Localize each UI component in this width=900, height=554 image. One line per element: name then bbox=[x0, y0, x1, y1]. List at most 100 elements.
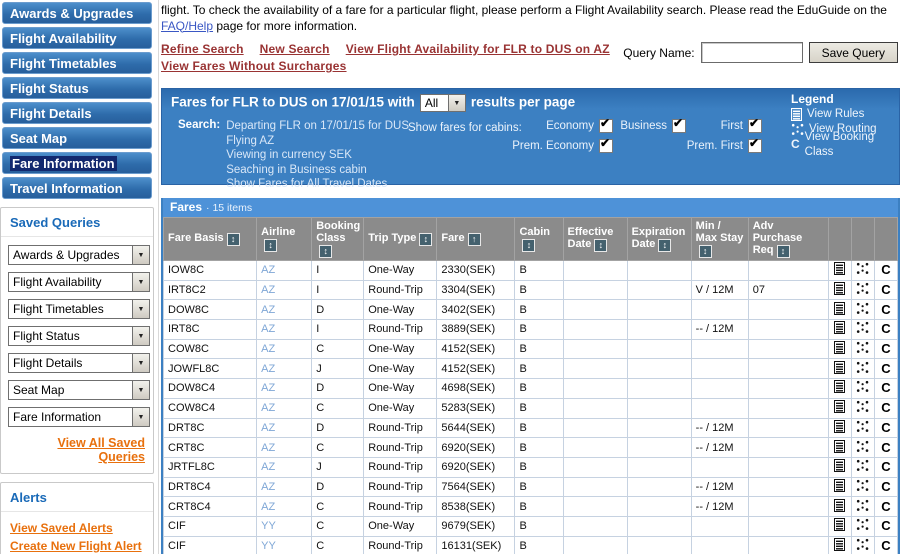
saved-query-select-seat-map[interactable]: Seat Map▼ bbox=[8, 380, 150, 400]
sidebar-item-flight-timetables[interactable]: Flight Timetables bbox=[2, 52, 152, 74]
view-booking-class-icon[interactable]: C bbox=[881, 460, 890, 473]
column-header-effective_date[interactable]: Effective Date↕ bbox=[563, 218, 627, 261]
view-all-saved-queries-link[interactable]: View All Saved Queries bbox=[9, 436, 145, 464]
airline-link[interactable]: YY bbox=[261, 540, 276, 552]
column-header-booking_class[interactable]: Booking Class↕ bbox=[312, 218, 364, 261]
sort-both-icon[interactable]: ↕ bbox=[264, 239, 277, 252]
view-rules-icon[interactable] bbox=[834, 420, 845, 433]
view-routing-icon[interactable] bbox=[856, 518, 869, 531]
view-routing-icon[interactable] bbox=[856, 380, 869, 393]
saved-query-select-awards-upgrades[interactable]: Awards & Upgrades▼ bbox=[8, 245, 150, 265]
view-booking-class-icon[interactable]: C bbox=[881, 322, 890, 335]
view-rules-icon[interactable] bbox=[834, 302, 845, 315]
airline-link[interactable]: AZ bbox=[261, 501, 275, 513]
sort-both-icon[interactable]: ↕ bbox=[699, 245, 712, 258]
view-routing-icon[interactable] bbox=[856, 321, 869, 334]
action-link-view-fares-without-surcharges[interactable]: View Fares Without Surcharges bbox=[161, 59, 347, 73]
action-link-view-flight-availability-for-flr-to-dus-on-az[interactable]: View Flight Availability for FLR to DUS … bbox=[346, 42, 610, 56]
view-booking-class-icon[interactable]: C bbox=[881, 421, 890, 434]
airline-link[interactable]: AZ bbox=[261, 304, 275, 316]
airline-link[interactable]: AZ bbox=[261, 461, 275, 473]
saved-query-select-fare-information[interactable]: Fare Information▼ bbox=[8, 407, 150, 427]
view-routing-icon[interactable] bbox=[856, 341, 869, 354]
sidebar-item-flight-status[interactable]: Flight Status bbox=[2, 77, 152, 99]
airline-link[interactable]: AZ bbox=[261, 402, 275, 414]
view-booking-class-icon[interactable]: C bbox=[881, 362, 890, 375]
view-booking-class-icon[interactable]: C bbox=[881, 539, 890, 552]
saved-query-select-flight-details[interactable]: Flight Details▼ bbox=[8, 353, 150, 373]
column-header-cabin[interactable]: Cabin↕ bbox=[515, 218, 563, 261]
sort-both-icon[interactable]: ↕ bbox=[658, 239, 671, 252]
alert-link-create-new-flight-alert[interactable]: Create New Flight Alert bbox=[10, 539, 144, 553]
view-routing-icon[interactable] bbox=[856, 479, 869, 492]
view-routing-icon[interactable] bbox=[856, 361, 869, 374]
view-booking-class-icon[interactable]: C bbox=[881, 519, 890, 532]
sort-both-icon[interactable]: ↕ bbox=[227, 233, 240, 246]
view-rules-icon[interactable] bbox=[834, 479, 845, 492]
column-header-adv_purchase_req[interactable]: Adv Purchase Req↕ bbox=[748, 218, 828, 261]
sidebar-item-flight-availability[interactable]: Flight Availability bbox=[2, 27, 152, 49]
view-routing-icon[interactable] bbox=[856, 420, 869, 433]
view-rules-icon[interactable] bbox=[834, 282, 845, 295]
saved-query-select-flight-timetables[interactable]: Flight Timetables▼ bbox=[8, 299, 150, 319]
view-booking-class-icon[interactable]: C bbox=[881, 500, 890, 513]
view-booking-class-icon[interactable]: C bbox=[881, 263, 890, 276]
view-booking-class-icon[interactable]: C bbox=[881, 303, 890, 316]
view-rules-icon[interactable] bbox=[834, 262, 845, 275]
alert-link-view-saved-alerts[interactable]: View Saved Alerts bbox=[10, 521, 144, 535]
action-link-refine-search[interactable]: Refine Search bbox=[161, 42, 244, 56]
airline-link[interactable]: AZ bbox=[261, 442, 275, 454]
airline-link[interactable]: AZ bbox=[261, 481, 275, 493]
query-name-input[interactable] bbox=[701, 42, 803, 63]
sort-both-icon[interactable]: ↕ bbox=[419, 233, 432, 246]
view-rules-icon[interactable] bbox=[834, 380, 845, 393]
saved-query-select-flight-status[interactable]: Flight Status▼ bbox=[8, 326, 150, 346]
view-routing-icon[interactable] bbox=[856, 440, 869, 453]
cabin-checkbox-economy[interactable]: ✔ bbox=[599, 119, 613, 133]
sidebar-item-fare-information[interactable]: Fare Information bbox=[2, 152, 152, 174]
column-header-fare_basis[interactable]: Fare Basis↕ bbox=[164, 218, 257, 261]
view-routing-icon[interactable] bbox=[856, 499, 869, 512]
airline-link[interactable]: AZ bbox=[261, 422, 275, 434]
view-booking-class-icon[interactable]: C bbox=[881, 283, 890, 296]
cabin-checkbox-prem-first[interactable]: ✔ bbox=[748, 139, 762, 153]
airline-link[interactable]: AZ bbox=[261, 343, 275, 355]
sort-both-icon[interactable]: ↕ bbox=[319, 245, 332, 258]
airline-link[interactable]: YY bbox=[261, 520, 276, 532]
column-header-trip_type[interactable]: Trip Type↕ bbox=[364, 218, 437, 261]
view-booking-class-icon[interactable]: C bbox=[881, 401, 890, 414]
saved-query-select-flight-availability[interactable]: Flight Availability▼ bbox=[8, 272, 150, 292]
view-rules-icon[interactable] bbox=[834, 341, 845, 354]
page-size-select[interactable]: All▼ bbox=[420, 94, 466, 112]
sort-both-icon[interactable]: ↕ bbox=[594, 239, 607, 252]
view-rules-icon[interactable] bbox=[834, 361, 845, 374]
airline-link[interactable]: AZ bbox=[261, 363, 275, 375]
view-booking-class-icon[interactable]: C bbox=[881, 480, 890, 493]
sort-asc-icon[interactable]: ↑ bbox=[468, 233, 481, 246]
cabin-checkbox-business[interactable]: ✔ bbox=[672, 119, 686, 133]
view-routing-icon[interactable] bbox=[856, 538, 869, 551]
view-routing-icon[interactable] bbox=[856, 302, 869, 315]
column-header-fare[interactable]: Fare↑ bbox=[437, 218, 515, 261]
view-routing-icon[interactable] bbox=[856, 400, 869, 413]
view-booking-class-icon[interactable]: C bbox=[881, 441, 890, 454]
view-booking-class-icon[interactable]: C bbox=[881, 381, 890, 394]
cabin-checkbox-first[interactable]: ✔ bbox=[748, 119, 762, 133]
sort-both-icon[interactable]: ↕ bbox=[522, 239, 535, 252]
sidebar-item-flight-details[interactable]: Flight Details bbox=[2, 102, 152, 124]
sidebar-item-seat-map[interactable]: Seat Map bbox=[2, 127, 152, 149]
column-header-airline[interactable]: Airline↕ bbox=[257, 218, 312, 261]
airline-link[interactable]: AZ bbox=[261, 323, 275, 335]
column-header-min_max_stay[interactable]: Min / Max Stay↕ bbox=[691, 218, 748, 261]
save-query-button[interactable]: Save Query bbox=[809, 42, 898, 63]
view-rules-icon[interactable] bbox=[834, 459, 845, 472]
airline-link[interactable]: AZ bbox=[261, 264, 275, 276]
view-routing-icon[interactable] bbox=[856, 459, 869, 472]
view-rules-icon[interactable] bbox=[834, 440, 845, 453]
cabin-checkbox-prem-economy[interactable]: ✔ bbox=[599, 139, 613, 153]
airline-link[interactable]: AZ bbox=[261, 284, 275, 296]
view-booking-class-icon[interactable]: C bbox=[881, 342, 890, 355]
sort-both-icon[interactable]: ↕ bbox=[777, 245, 790, 258]
view-routing-icon[interactable] bbox=[856, 282, 869, 295]
airline-link[interactable]: AZ bbox=[261, 382, 275, 394]
